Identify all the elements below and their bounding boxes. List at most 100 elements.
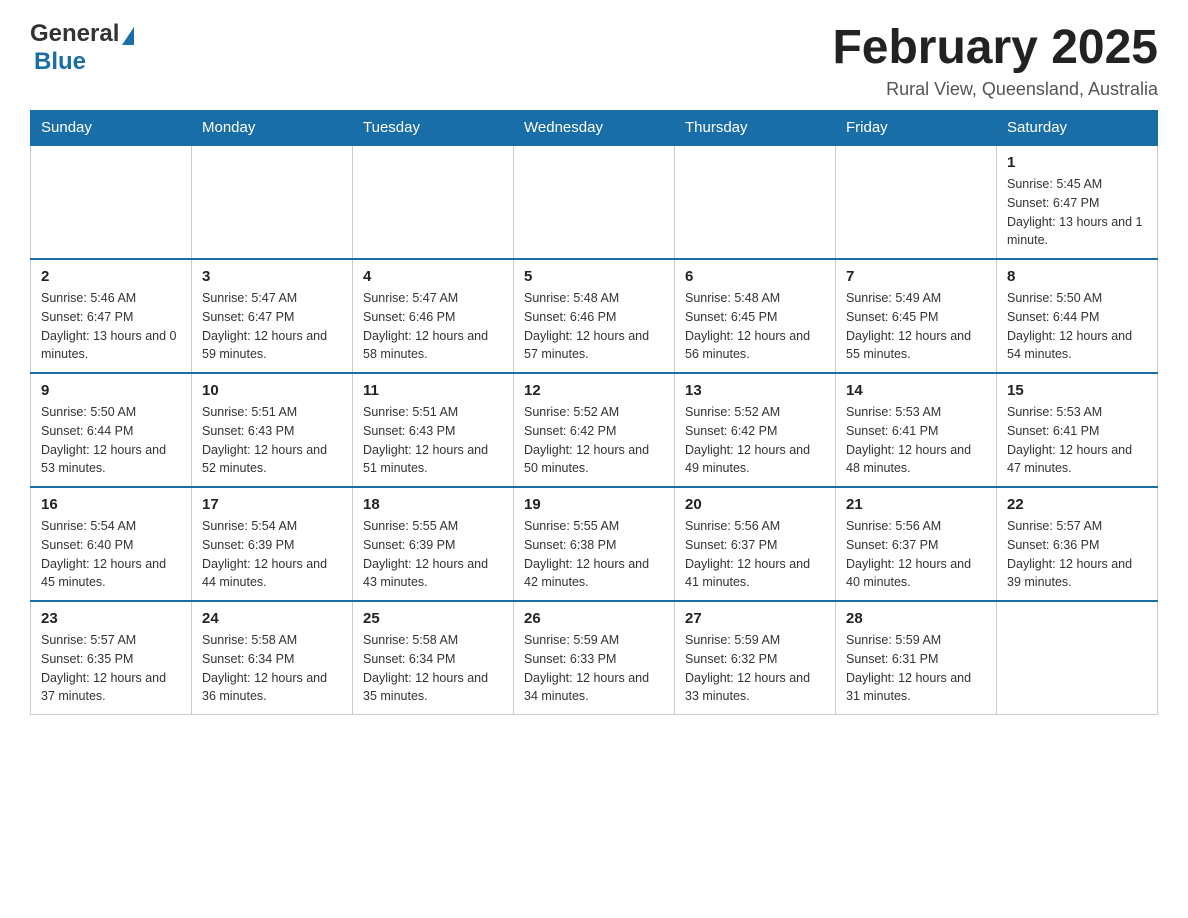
logo-blue-text: Blue [34,48,86,75]
day-number: 12 [524,382,664,399]
day-number: 4 [363,268,503,285]
calendar-cell [192,145,353,259]
day-number: 19 [524,496,664,513]
calendar-cell: 3 Sunrise: 5:47 AM Sunset: 6:47 PM Daylig… [192,259,353,373]
day-of-week-monday: Monday [192,111,353,146]
day-info: Sunrise: 5:59 AM Sunset: 6:31 PM Dayligh… [846,631,986,706]
day-info: Sunrise: 5:54 AM Sunset: 6:39 PM Dayligh… [202,517,342,592]
day-number: 28 [846,610,986,627]
day-number: 9 [41,382,181,399]
day-number: 17 [202,496,342,513]
calendar-cell: 15 Sunrise: 5:53 AM Sunset: 6:41 PM Dayli… [997,373,1158,487]
calendar-cell [514,145,675,259]
week-row-5: 23 Sunrise: 5:57 AM Sunset: 6:35 PM Dayli… [31,601,1158,715]
day-number: 11 [363,382,503,399]
location: Rural View, Queensland, Australia [832,79,1158,100]
calendar-cell: 12 Sunrise: 5:52 AM Sunset: 6:42 PM Dayli… [514,373,675,487]
calendar-cell: 2 Sunrise: 5:46 AM Sunset: 6:47 PM Daylig… [31,259,192,373]
title-section: February 2025 Rural View, Queensland, Au… [832,20,1158,100]
day-of-week-friday: Friday [836,111,997,146]
day-info: Sunrise: 5:55 AM Sunset: 6:39 PM Dayligh… [363,517,503,592]
calendar-cell [675,145,836,259]
day-number: 5 [524,268,664,285]
day-of-week-thursday: Thursday [675,111,836,146]
calendar-cell: 1Sunrise: 5:45 AM Sunset: 6:47 PM Daylig… [997,145,1158,259]
calendar-cell: 17 Sunrise: 5:54 AM Sunset: 6:39 PM Dayli… [192,487,353,601]
calendar-cell: 5 Sunrise: 5:48 AM Sunset: 6:46 PM Daylig… [514,259,675,373]
day-info: Sunrise: 5:53 AM Sunset: 6:41 PM Dayligh… [846,403,986,478]
day-number: 15 [1007,382,1147,399]
day-info: Sunrise: 5:57 AM Sunset: 6:35 PM Dayligh… [41,631,181,706]
day-info: Sunrise: 5:55 AM Sunset: 6:38 PM Dayligh… [524,517,664,592]
day-number: 20 [685,496,825,513]
calendar-cell: 7 Sunrise: 5:49 AM Sunset: 6:45 PM Daylig… [836,259,997,373]
day-number: 1 [1007,154,1147,171]
day-info: Sunrise: 5:51 AM Sunset: 6:43 PM Dayligh… [202,403,342,478]
logo: General Blue [30,20,134,76]
calendar-cell: 25 Sunrise: 5:58 AM Sunset: 6:34 PM Dayli… [353,601,514,715]
calendar-cell: 28 Sunrise: 5:59 AM Sunset: 6:31 PM Dayli… [836,601,997,715]
day-info: Sunrise: 5:57 AM Sunset: 6:36 PM Dayligh… [1007,517,1147,592]
calendar-cell: 9 Sunrise: 5:50 AM Sunset: 6:44 PM Daylig… [31,373,192,487]
logo-triangle-icon [122,27,134,45]
logo-general-text: General [30,20,119,48]
week-row-1: 1Sunrise: 5:45 AM Sunset: 6:47 PM Daylig… [31,145,1158,259]
calendar-cell: 24 Sunrise: 5:58 AM Sunset: 6:34 PM Dayli… [192,601,353,715]
day-number: 23 [41,610,181,627]
day-number: 25 [363,610,503,627]
day-number: 13 [685,382,825,399]
calendar-cell [836,145,997,259]
day-info: Sunrise: 5:50 AM Sunset: 6:44 PM Dayligh… [1007,289,1147,364]
calendar-body: 1Sunrise: 5:45 AM Sunset: 6:47 PM Daylig… [31,145,1158,715]
calendar-cell: 19 Sunrise: 5:55 AM Sunset: 6:38 PM Dayli… [514,487,675,601]
calendar-cell: 20 Sunrise: 5:56 AM Sunset: 6:37 PM Dayli… [675,487,836,601]
day-info: Sunrise: 5:48 AM Sunset: 6:45 PM Dayligh… [685,289,825,364]
day-number: 10 [202,382,342,399]
day-number: 22 [1007,496,1147,513]
day-info: Sunrise: 5:54 AM Sunset: 6:40 PM Dayligh… [41,517,181,592]
day-number: 24 [202,610,342,627]
day-info: Sunrise: 5:46 AM Sunset: 6:47 PM Dayligh… [41,289,181,364]
day-number: 2 [41,268,181,285]
calendar-cell [31,145,192,259]
week-row-3: 9 Sunrise: 5:50 AM Sunset: 6:44 PM Daylig… [31,373,1158,487]
day-info: Sunrise: 5:52 AM Sunset: 6:42 PM Dayligh… [524,403,664,478]
calendar-table: SundayMondayTuesdayWednesdayThursdayFrid… [30,110,1158,715]
calendar-cell: 11Sunrise: 5:51 AM Sunset: 6:43 PM Dayli… [353,373,514,487]
page-header: General Blue February 2025 Rural View, Q… [30,20,1158,100]
day-info: Sunrise: 5:50 AM Sunset: 6:44 PM Dayligh… [41,403,181,478]
day-number: 3 [202,268,342,285]
day-info: Sunrise: 5:47 AM Sunset: 6:46 PM Dayligh… [363,289,503,364]
calendar-cell: 8 Sunrise: 5:50 AM Sunset: 6:44 PM Daylig… [997,259,1158,373]
calendar-cell: 4 Sunrise: 5:47 AM Sunset: 6:46 PM Daylig… [353,259,514,373]
day-number: 7 [846,268,986,285]
day-info: Sunrise: 5:56 AM Sunset: 6:37 PM Dayligh… [846,517,986,592]
day-number: 26 [524,610,664,627]
week-row-2: 2 Sunrise: 5:46 AM Sunset: 6:47 PM Daylig… [31,259,1158,373]
day-number: 27 [685,610,825,627]
day-of-week-tuesday: Tuesday [353,111,514,146]
calendar-cell: 10 Sunrise: 5:51 AM Sunset: 6:43 PM Dayli… [192,373,353,487]
calendar-cell: 21 Sunrise: 5:56 AM Sunset: 6:37 PM Dayli… [836,487,997,601]
calendar-cell: 26 Sunrise: 5:59 AM Sunset: 6:33 PM Dayli… [514,601,675,715]
day-number: 8 [1007,268,1147,285]
calendar-cell [353,145,514,259]
day-info: Sunrise: 5:58 AM Sunset: 6:34 PM Dayligh… [363,631,503,706]
day-number: 21 [846,496,986,513]
day-info: Sunrise: 5:52 AM Sunset: 6:42 PM Dayligh… [685,403,825,478]
day-info: Sunrise: 5:47 AM Sunset: 6:47 PM Dayligh… [202,289,342,364]
day-number: 18 [363,496,503,513]
day-info: Sunrise: 5:49 AM Sunset: 6:45 PM Dayligh… [846,289,986,364]
day-info: Sunrise: 5:56 AM Sunset: 6:37 PM Dayligh… [685,517,825,592]
day-info: Sunrise: 5:48 AM Sunset: 6:46 PM Dayligh… [524,289,664,364]
week-row-4: 16Sunrise: 5:54 AM Sunset: 6:40 PM Dayli… [31,487,1158,601]
calendar-cell: 18 Sunrise: 5:55 AM Sunset: 6:39 PM Dayli… [353,487,514,601]
month-title: February 2025 [832,20,1158,75]
day-of-week-wednesday: Wednesday [514,111,675,146]
day-info: Sunrise: 5:59 AM Sunset: 6:32 PM Dayligh… [685,631,825,706]
day-info: Sunrise: 5:53 AM Sunset: 6:41 PM Dayligh… [1007,403,1147,478]
day-info: Sunrise: 5:59 AM Sunset: 6:33 PM Dayligh… [524,631,664,706]
day-info: Sunrise: 5:58 AM Sunset: 6:34 PM Dayligh… [202,631,342,706]
calendar-cell: 23 Sunrise: 5:57 AM Sunset: 6:35 PM Dayli… [31,601,192,715]
day-number: 14 [846,382,986,399]
